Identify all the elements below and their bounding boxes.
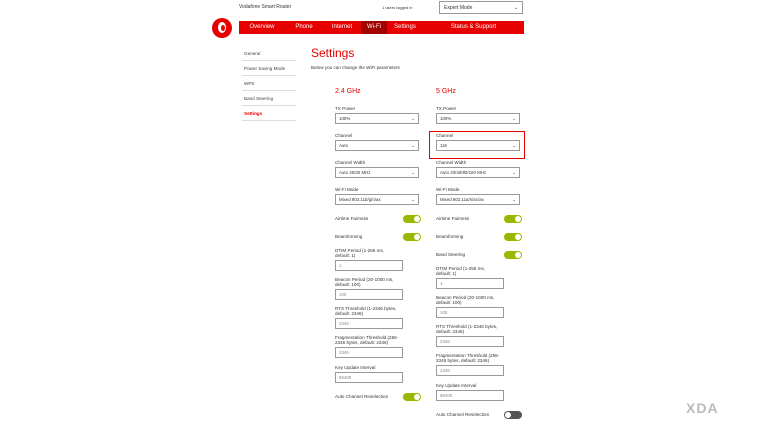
band-steering-row: Band Steering	[436, 249, 522, 260]
tx-power-select-5[interactable]: 100% ⌄	[436, 113, 520, 124]
band-steering-toggle-5[interactable]	[504, 250, 522, 259]
wifi-mode-value: Mixed 802.11b/g/n/ax	[339, 197, 381, 202]
beacon-input-5[interactable]: 100	[436, 307, 504, 318]
chevron-down-icon: ⌄	[411, 197, 415, 202]
page-subtitle: Below you can change the WiFi parameters	[311, 65, 400, 70]
nav-internet[interactable]: Internet	[323, 21, 361, 34]
channel-width-label: Channel Width	[436, 160, 467, 165]
auto-channel-row: Auto Channel Reselection	[436, 409, 522, 420]
mode-select-value: Expert Mode	[444, 5, 473, 11]
key-update-label: Key Update Interval	[436, 383, 477, 388]
wifi-mode-select-24[interactable]: Mixed 802.11b/g/n/ax ⌄	[335, 194, 419, 205]
nav-settings[interactable]: Settings	[387, 21, 423, 34]
beacon-label: Beacon Period (20-1000 ms, default: 100)	[436, 295, 495, 305]
beacon-label: Beacon Period (20-1000 ms, default: 100)	[335, 277, 394, 287]
tx-power-value: 100%	[440, 116, 452, 121]
fragmentation-input-24[interactable]: 2346	[335, 347, 403, 358]
dtim-label: DTIM Period (1-255 ms, default: 1)	[436, 266, 486, 276]
chevron-down-icon: ⌄	[411, 116, 415, 121]
fragmentation-label: Fragmentation Threshold (256-2346 bytes,…	[335, 335, 399, 345]
beamforming-row: Beamforming	[335, 231, 421, 242]
dtim-label: DTIM Period (1-255 ms, default: 1)	[335, 248, 385, 258]
beamforming-row: Beamforming	[436, 231, 522, 242]
channel-value: Auto	[339, 143, 349, 148]
band-24-column: 2.4 GHz TX Power 100% ⌄ Channel Auto ⌄ Cha…	[335, 88, 425, 402]
chevron-down-icon: ⌄	[513, 5, 518, 11]
airtime-label: Airtime Fairness	[436, 216, 470, 221]
nav-wifi[interactable]: Wi-Fi	[361, 21, 387, 34]
band-steering-label: Band Steering	[436, 252, 466, 257]
rts-input-24[interactable]: 2346	[335, 318, 403, 329]
channel-width-value: Auto 20/40/80/160 MHz	[440, 170, 487, 175]
channel-label: Channel	[335, 133, 353, 138]
key-update-label: Key Update Interval	[335, 365, 376, 370]
beamforming-toggle-5[interactable]	[504, 232, 522, 241]
rts-input-5[interactable]: 2346	[436, 336, 504, 347]
chevron-down-icon: ⌄	[512, 197, 516, 202]
auto-channel-toggle-24[interactable]	[403, 392, 421, 401]
channel-select-24[interactable]: Auto ⌄	[335, 140, 419, 151]
airtime-fairness-row: Airtime Fairness	[436, 213, 522, 224]
channel-width-select-24[interactable]: Auto 20/40 MHz ⌄	[335, 167, 419, 178]
vodafone-logo[interactable]	[212, 18, 232, 38]
auto-channel-label: Auto Channel Reselection	[335, 394, 389, 399]
airtime-fairness-row: Airtime Fairness	[335, 213, 421, 224]
wifi-mode-value: Mixed 802.11a/n/ac/ax	[440, 197, 484, 202]
band-24-heading: 2.4 GHz	[335, 88, 361, 95]
mode-select[interactable]: Expert Mode ⌄	[439, 1, 523, 14]
sidebar-item-band-steering[interactable]: Band Steering	[242, 91, 296, 106]
top-bar: Vodafone Smart Router 1 users logged in …	[0, 0, 768, 16]
airtime-fairness-toggle-5[interactable]	[504, 214, 522, 223]
beamforming-toggle-24[interactable]	[403, 232, 421, 241]
fragmentation-label: Fragmentation Threshold (256-2346 bytes,…	[436, 353, 500, 363]
main-nav: Overview Phone Internet Wi-Fi Settings S…	[239, 21, 524, 34]
chevron-down-icon: ⌄	[512, 116, 516, 121]
airtime-fairness-toggle-24[interactable]	[403, 214, 421, 223]
rts-label: RTS Threshold (1-2346 bytes, default: 23…	[436, 324, 498, 334]
wifi-mode-label: Wi-Fi Mode	[335, 187, 359, 192]
tx-power-select-24[interactable]: 100% ⌄	[335, 113, 419, 124]
band-5-heading: 5 GHz	[436, 88, 456, 95]
sidebar-item-power-saving[interactable]: Power Saving Mode	[242, 61, 296, 76]
channel-width-select-5[interactable]: Auto 20/40/80/160 MHz ⌄	[436, 167, 520, 178]
page-title: Settings	[311, 46, 355, 60]
key-update-input-24[interactable]: 86400	[335, 372, 403, 383]
auto-channel-toggle-5[interactable]	[504, 410, 522, 419]
key-update-input-5[interactable]: 86400	[436, 390, 504, 401]
channel-width-label: Channel Width	[335, 160, 366, 165]
beacon-input-24[interactable]: 100	[335, 289, 403, 300]
nav-phone[interactable]: Phone	[285, 21, 323, 34]
highlight-box	[429, 131, 525, 159]
fragmentation-input-5[interactable]: 2346	[436, 365, 504, 376]
dtim-input-5[interactable]: 1	[436, 278, 504, 289]
channel-width-value: Auto 20/40 MHz	[339, 170, 371, 175]
chevron-down-icon: ⌄	[411, 143, 415, 148]
sidebar-item-wps[interactable]: WPS	[242, 76, 296, 91]
sidebar: General Power Saving Mode WPS Band Steer…	[242, 46, 296, 121]
airtime-label: Airtime Fairness	[335, 216, 369, 221]
auto-channel-row: Auto Channel Reselection	[335, 391, 421, 402]
wifi-mode-select-5[interactable]: Mixed 802.11a/n/ac/ax ⌄	[436, 194, 520, 205]
rts-label: RTS Threshold (1-2346 bytes, default: 23…	[335, 306, 397, 316]
beamforming-label: Beamforming	[335, 234, 363, 239]
chevron-down-icon: ⌄	[411, 170, 415, 175]
dtim-input-24[interactable]: 1	[335, 260, 403, 271]
sidebar-item-general[interactable]: General	[242, 46, 296, 61]
tx-power-value: 100%	[339, 116, 351, 121]
tx-power-label: TX Power	[436, 106, 457, 111]
nav-status-support[interactable]: Status & Support	[423, 21, 524, 34]
sidebar-item-settings[interactable]: Settings	[242, 106, 296, 121]
beamforming-label: Beamforming	[436, 234, 464, 239]
wifi-mode-label: Wi-Fi Mode	[436, 187, 460, 192]
users-logged-in: 1 users logged in	[382, 5, 413, 10]
xda-watermark: XDA	[686, 400, 719, 416]
auto-channel-label: Auto Channel Reselection	[436, 412, 490, 417]
nav-overview[interactable]: Overview	[239, 21, 285, 34]
tx-power-label: TX Power	[335, 106, 356, 111]
brand-label: Vodafone Smart Router	[239, 4, 292, 10]
chevron-down-icon: ⌄	[512, 170, 516, 175]
